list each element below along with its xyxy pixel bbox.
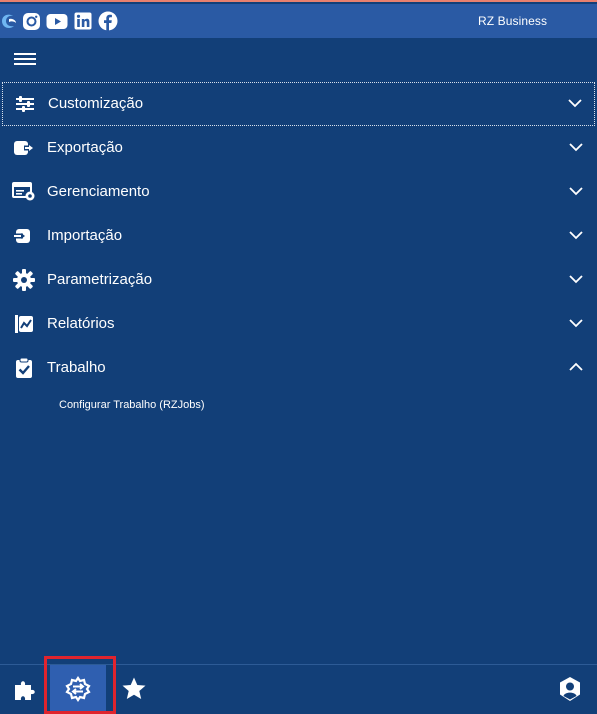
chevron-down-icon — [569, 231, 583, 240]
menu-item-label: Importação — [47, 227, 123, 244]
menu-item-importacao[interactable]: Importação — [0, 214, 597, 258]
chevron-down-icon — [569, 143, 583, 152]
menu-item-label: Parametrização — [47, 271, 153, 288]
menu-item-label: Gerenciamento — [47, 183, 150, 200]
top-bar: RZ Business — [0, 4, 597, 38]
hamburger-menu-button[interactable] — [14, 52, 36, 68]
menu-item-label: Exportação — [47, 139, 123, 156]
import-icon — [12, 225, 36, 247]
chevron-up-icon — [569, 362, 583, 371]
star-icon — [122, 677, 146, 699]
report-chart-icon — [12, 313, 36, 335]
chevron-down-icon — [569, 275, 583, 284]
menu-item-label: Customização — [48, 95, 144, 112]
user-shield-icon — [560, 676, 580, 701]
menu-item-exportacao[interactable]: Exportação — [0, 126, 597, 170]
menu-item-gerenciamento[interactable]: Gerenciamento — [0, 170, 597, 214]
menu-item-label: Relatórios — [47, 315, 115, 332]
app-logo-icon — [0, 10, 18, 32]
settings-swap-icon — [65, 675, 91, 702]
facebook-icon[interactable] — [98, 10, 118, 32]
menu-item-label: Trabalho — [47, 359, 106, 376]
hamburger-line — [14, 58, 36, 60]
plugins-button[interactable] — [6, 665, 46, 712]
hamburger-line — [14, 53, 36, 55]
favorites-button[interactable] — [114, 665, 154, 712]
youtube-icon[interactable] — [46, 10, 68, 32]
menu-item-relatorios[interactable]: Relatórios — [0, 302, 597, 346]
settings-swap-button[interactable] — [50, 665, 106, 712]
sliders-icon — [13, 93, 37, 115]
export-icon — [12, 137, 36, 159]
hamburger-line — [14, 63, 36, 65]
app-brand-title: RZ Business — [478, 14, 548, 28]
user-profile-button[interactable] — [550, 665, 590, 712]
chevron-down-icon — [569, 319, 583, 328]
linkedin-icon[interactable] — [74, 10, 92, 32]
app-window: RZ Business Customização Exportação Gere… — [0, 0, 597, 714]
clipboard-check-icon — [12, 357, 36, 379]
chevron-down-icon — [568, 99, 582, 108]
menu-item-customizacao[interactable]: Customização — [2, 82, 595, 126]
menu-item-trabalho[interactable]: Trabalho — [0, 346, 597, 390]
instagram-icon[interactable] — [22, 10, 41, 32]
puzzle-icon — [15, 680, 35, 700]
navigation-menu: Customização Exportação Gerenciamento Im… — [0, 82, 597, 390]
chevron-down-icon — [569, 187, 583, 196]
menu-item-parametrizacao[interactable]: Parametrização — [0, 258, 597, 302]
submenu-item-configurar-trabalho[interactable]: Configurar Trabalho (RZJobs) — [59, 399, 205, 411]
bottom-toolbar — [0, 664, 597, 712]
gear-icon — [12, 269, 36, 291]
management-icon — [12, 181, 36, 203]
